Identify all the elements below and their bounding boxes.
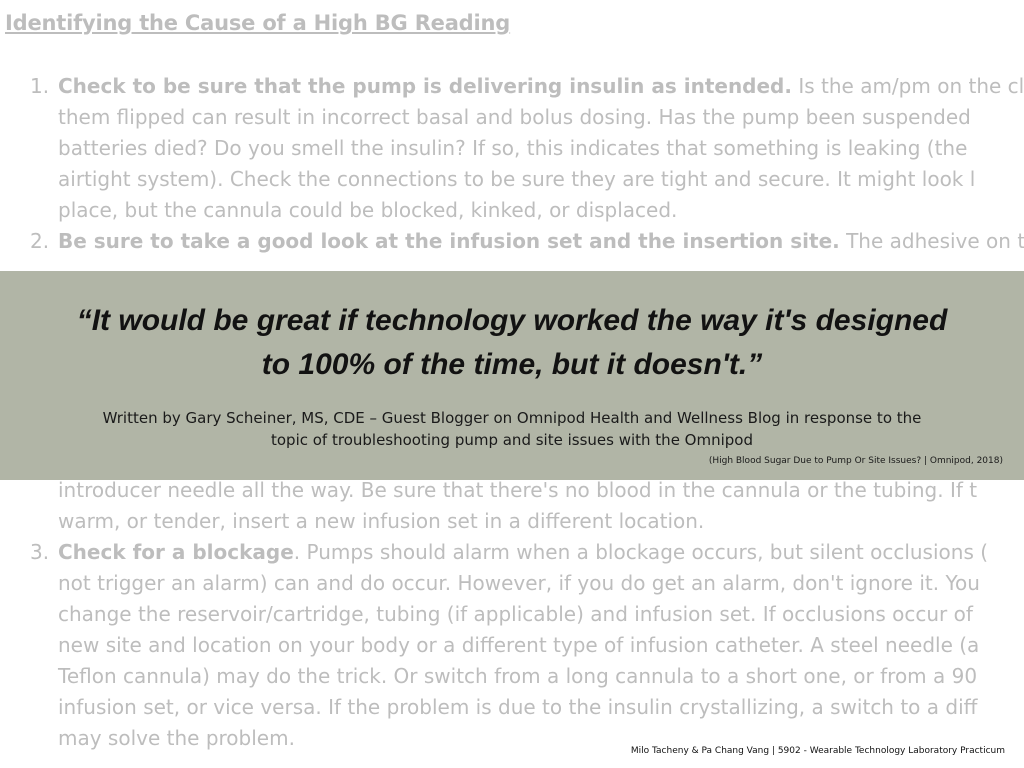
list-item-3-line-2: not trigger an alarm) can and do occur. … [58,571,980,595]
list-item-1-line-2: them flipped can result in incorrect bas… [58,105,971,129]
list-item-3-line-5: Teflon cannula) may do the trick. Or swi… [58,664,978,688]
list-item-1-text: Is the am/pm on the cl [791,74,1024,98]
list-item-3-heading: Check for a blockage [58,540,294,564]
quote-attribution: Written by Gary Scheiner, MS, CDE – Gues… [0,407,1024,451]
list-item-3-line-4: new site and location on your body or a … [58,633,980,657]
list-item-2-text: The adhesive on the [846,229,1024,253]
quote-citation: (High Blood Sugar Due to Pump Or Site Is… [708,456,1003,466]
list-item-1-line-4: airtight system). Check the connections … [58,167,976,191]
list-item-1-line-5: place, but the cannula could be blocked,… [58,198,678,222]
list-item-3-text: . Pumps should alarm when a blockage occ… [293,540,989,564]
list-item-1-line-1: Check to be sure that the pump is delive… [58,71,1024,102]
pull-quote-line-2: to 100% of the time, but it doesn't.” [261,348,763,381]
list-item-2-line-3: warm, or tender, insert a new infusion s… [58,509,705,533]
footer-credit: Milo Tacheny & Pa Chang Vang | 5902 - We… [630,746,1005,756]
attribution-line-1: Written by Gary Scheiner, MS, CDE – Gues… [102,409,922,427]
list-item-3-line-7: may solve the problem. [58,726,295,750]
list-item-1-line-3: batteries died? Do you smell the insulin… [58,136,968,160]
list-item-1-heading: Check to be sure that the pump is delive… [58,74,792,98]
list-number-1: 1. [30,74,50,98]
list-item-2-line-1: Be sure to take a good look at the infus… [58,226,1024,257]
pull-quote-line-1: “It would be great if technology worked … [76,304,948,337]
attribution-line-2: topic of troubleshooting pump and site i… [270,431,753,449]
list-item-3-line-1: Check for a blockage. Pumps should alarm… [58,537,988,568]
pull-quote: “It would be great if technology worked … [0,299,1024,387]
list-number-2: 2. [30,229,50,253]
list-item-3-line-3: change the reservoir/cartridge, tubing (… [58,602,973,626]
list-item-2-heading: Be sure to take a good look at the infus… [58,229,840,253]
list-item-3-line-6: infusion set, or vice versa. If the prob… [58,695,978,719]
document-title: Identifying the Cause of a High BG Readi… [5,11,511,35]
list-number-3: 3. [30,540,50,564]
